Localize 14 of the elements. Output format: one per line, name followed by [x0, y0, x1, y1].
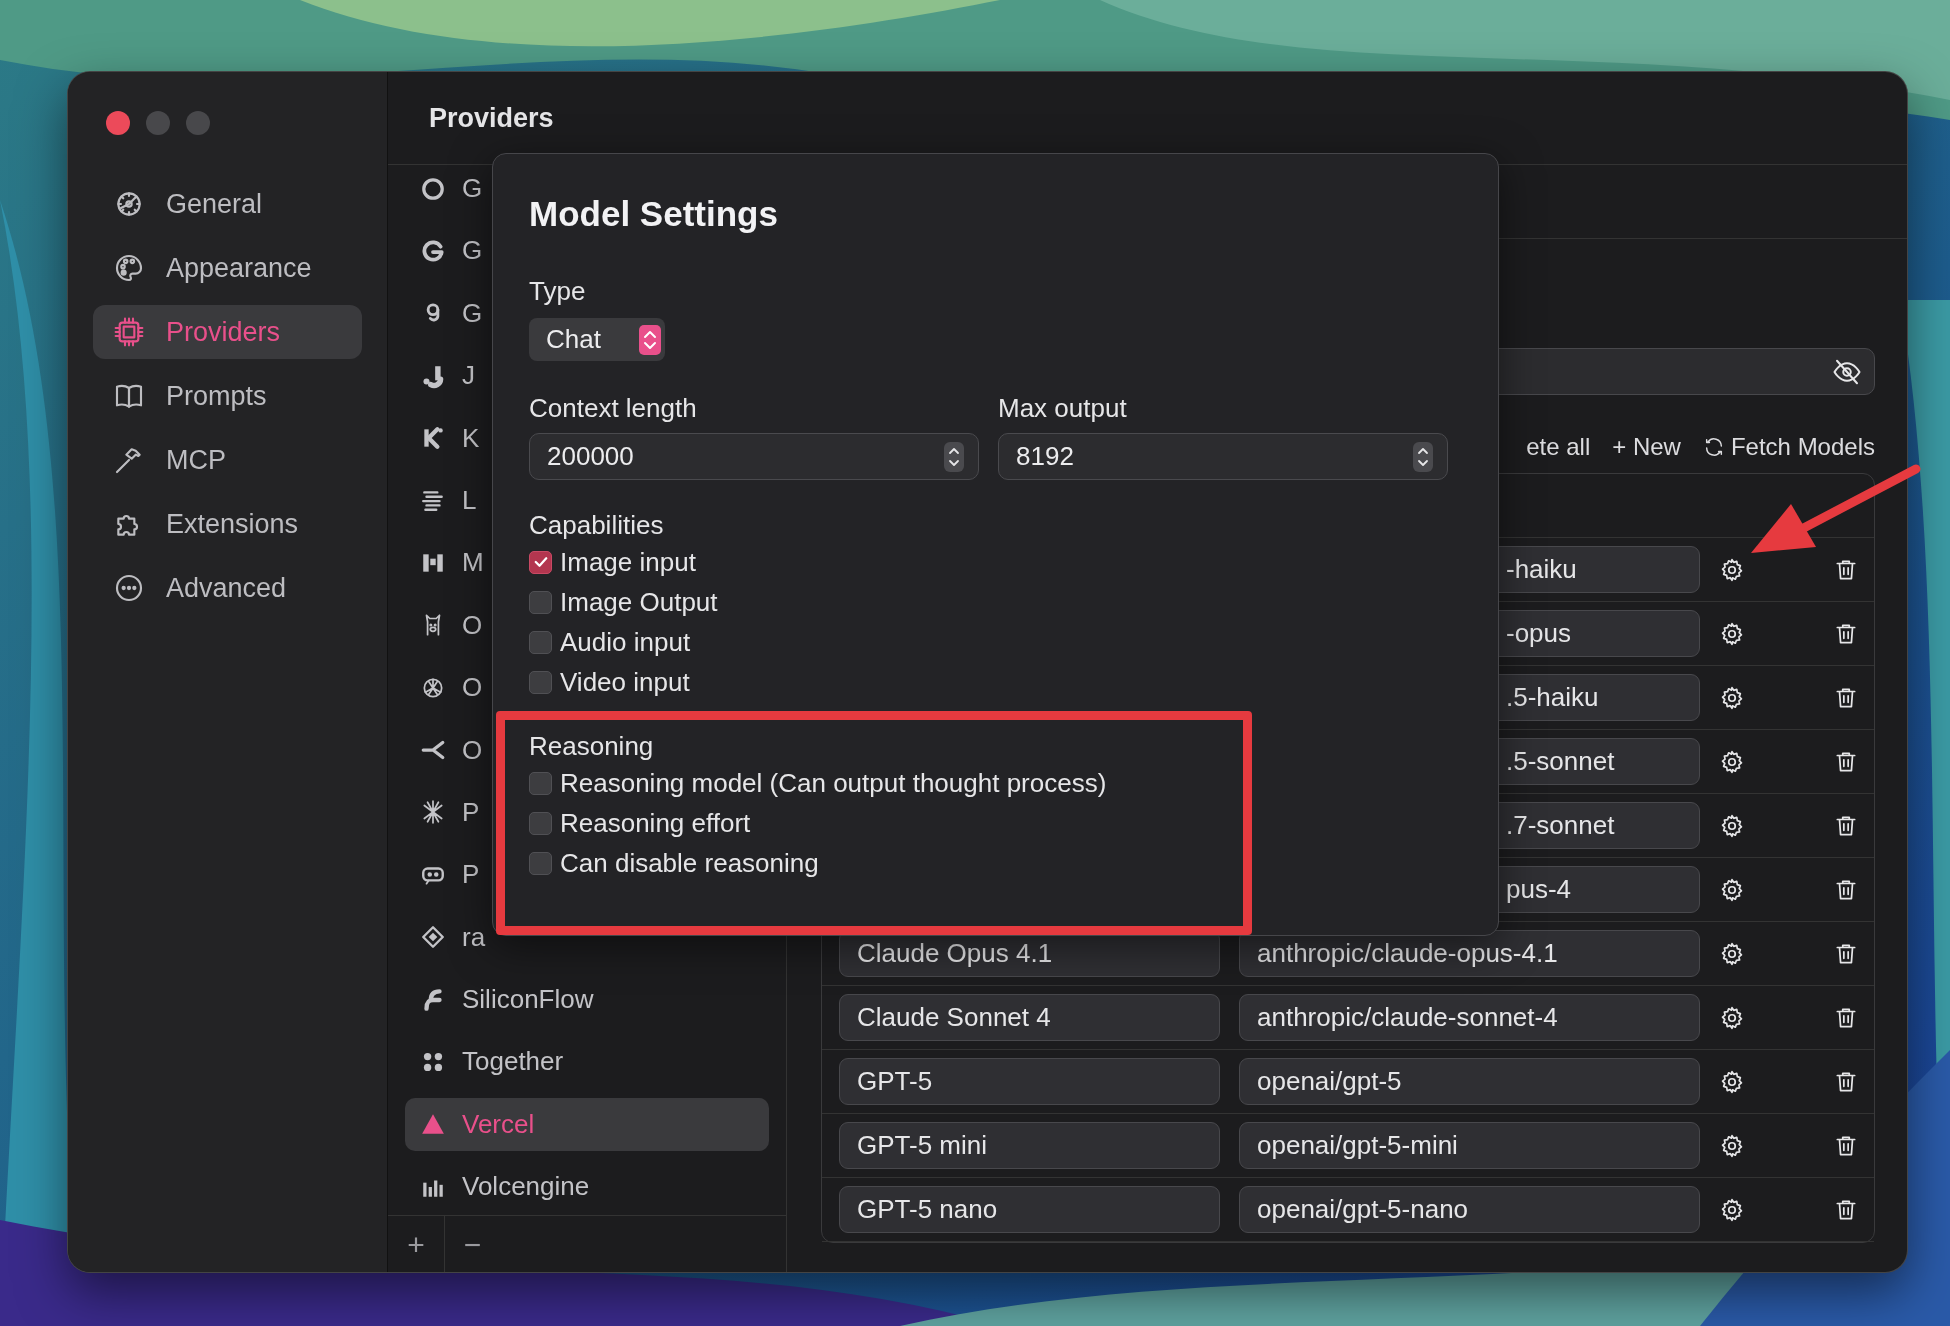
checkbox-label: Video input	[560, 665, 690, 699]
dialog-title: Model Settings	[529, 193, 779, 235]
checkbox-label: Image Output	[560, 585, 718, 619]
section-title: Reasoning	[529, 730, 655, 763]
checkbox-label: Can disable reasoning	[560, 846, 819, 880]
section-title: Capabilities	[529, 509, 665, 542]
window-title: Providers	[429, 101, 554, 135]
type-label: Type	[529, 275, 587, 308]
checkbox-label: Image input	[560, 545, 696, 579]
context-length-label: Context length	[529, 392, 698, 425]
max-output-label: Max output	[998, 392, 1128, 425]
checkbox-label: Reasoning effort	[560, 806, 751, 840]
checkbox-label: Audio input	[560, 625, 691, 659]
checkbox-label: Reasoning model (Can output thought process)	[560, 766, 1107, 800]
